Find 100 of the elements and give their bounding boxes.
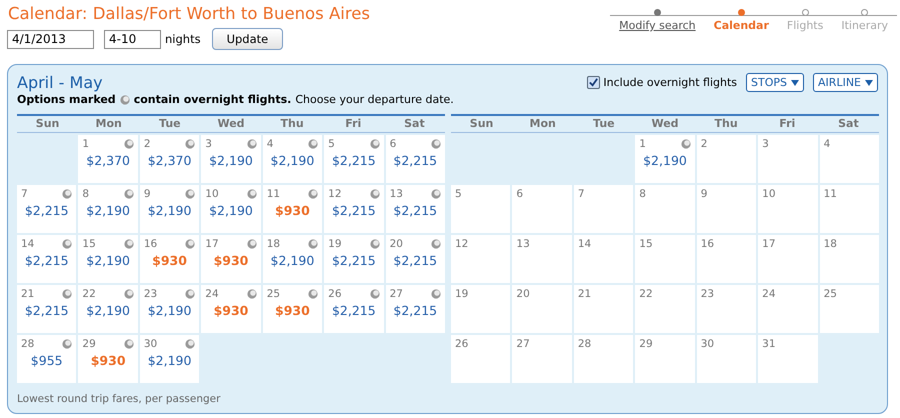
day-cell[interactable]: 17 $930 [201,235,261,283]
day-cell[interactable]: 20 $2,215 [386,235,445,283]
weekday-header: Fri [778,117,796,130]
day-number: 16 [700,238,714,250]
day-cell[interactable]: 4 $2,190 [262,135,322,183]
fare-price: $2,190 [146,303,192,318]
day-number: 10 [205,188,219,200]
day-cell[interactable]: 8 $2,190 [78,185,138,233]
weekday-header: Mon [94,117,123,130]
weekday-header: Thu [280,117,305,130]
day-number: 27 [516,338,530,350]
day-cell[interactable]: 24 $930 [201,285,261,333]
checkbox-label: Include overnight flights [603,76,738,89]
day-cell[interactable]: 10 $2,190 [201,185,261,233]
date-field[interactable]: 4/1/2013 [7,30,94,48]
legend-text: Options marked [17,93,116,106]
step-link[interactable]: Modify search [619,19,696,32]
day-cell[interactable]: 9 $2,190 [140,185,200,233]
fare-price: $2,215 [24,303,70,318]
day-cell[interactable]: 21 $2,215 [17,285,76,333]
fare-price: $2,370 [146,153,192,168]
day-cell[interactable]: 22 $2,190 [78,285,138,333]
day-cell[interactable]: 15 $2,190 [78,235,138,283]
fare-price: $2,215 [392,253,438,268]
weekday-header: Sun [34,117,60,130]
day-cell[interactable]: 7 $2,215 [17,185,76,233]
step-label: Calendar [714,19,769,32]
legend-note: Choose your departure date. [295,93,454,106]
day-cell[interactable]: 19 $2,215 [324,235,384,283]
day-number: 2 [700,138,708,150]
day-number: 5 [455,188,462,200]
day-cell[interactable]: 3 $2,190 [201,135,261,183]
day-cell[interactable]: 2 $2,370 [140,135,200,183]
weekday-header: Thu [714,117,739,130]
day-number: 23 [700,288,714,300]
day-number: 9 [700,188,708,200]
day-cell[interactable]: 14 $2,215 [17,235,76,283]
day-number: 1 [82,138,90,150]
fare-price: $2,215 [392,303,438,318]
fare-price: $2,215 [24,253,70,268]
day-number: 8 [639,188,646,200]
day-number: 9 [144,188,151,200]
day-number: 20 [390,238,403,250]
nights-field[interactable]: 4-10 [104,30,161,48]
weekday-header: Sat [837,117,860,130]
day-number: 21 [578,288,592,300]
day-number: 13 [516,238,530,250]
day-number: 21 [21,288,34,300]
day-cell[interactable]: 1 $2,190 [635,135,695,183]
fare-price: $2,190 [208,153,254,168]
overnight-icon [120,94,130,104]
day-number: 15 [639,238,653,250]
day-cell[interactable]: 18 $2,190 [262,235,322,283]
day-cell[interactable]: 30 $2,190 [140,335,200,383]
footnote: Lowest round trip fares, per passenger [17,393,222,405]
weekday-header: Wed [650,117,680,130]
day-cell[interactable]: 13 $2,215 [386,185,445,233]
filter-dropdown[interactable]: AIRLINE [813,73,878,92]
nights-label: nights [165,32,201,46]
day-number: 29 [639,338,653,350]
day-number: 4 [266,138,274,150]
day-cell[interactable]: 27 $2,215 [386,285,445,333]
day-number: 22 [639,288,653,300]
fare-price: $2,215 [330,153,377,168]
day-number: 2 [144,138,151,150]
fare-price: $2,215 [24,203,70,218]
day-number: 3 [762,138,769,150]
checkbox[interactable] [587,76,600,89]
day-cell[interactable]: 25 $930 [262,285,322,333]
day-number: 30 [144,338,158,350]
day-number: 11 [824,188,837,200]
day-cell[interactable]: 6 $2,215 [386,135,445,183]
fare-price: $2,190 [208,203,254,218]
day-number: 25 [824,288,837,300]
day-cell[interactable]: 1 $2,370 [78,135,138,183]
day-number: 6 [516,188,524,200]
day-cell[interactable]: 16 $930 [140,235,200,283]
day-number: 12 [455,238,468,250]
day-cell[interactable]: 11 $930 [262,185,322,233]
weekday-header: Mon [528,117,557,130]
filter-dropdown[interactable]: STOPS [746,73,804,92]
legend-text: contain overnight flights. [134,93,292,106]
day-number: 26 [328,288,342,300]
day-cell[interactable]: 12 $2,215 [324,185,384,233]
day-cell[interactable]: 23 $2,190 [140,285,200,333]
day-cell[interactable]: 26 $2,215 [324,285,384,333]
day-number: 7 [21,188,28,200]
day-number: 11 [266,188,280,200]
day-cell[interactable]: 5 $2,215 [324,135,384,183]
day-number: 25 [266,288,280,300]
day-number: 27 [390,288,403,300]
day-number: 16 [144,238,158,250]
day-cell[interactable]: 29 $930 [78,335,138,383]
step-label: Flights [786,19,824,32]
fare-price: $2,190 [146,203,192,218]
fare-price: $2,370 [85,153,131,168]
day-number: 15 [82,238,96,250]
fare-price: $2,215 [392,153,438,168]
day-cell[interactable]: 28 $955 [17,335,76,383]
update-button[interactable]: Update [212,28,284,50]
